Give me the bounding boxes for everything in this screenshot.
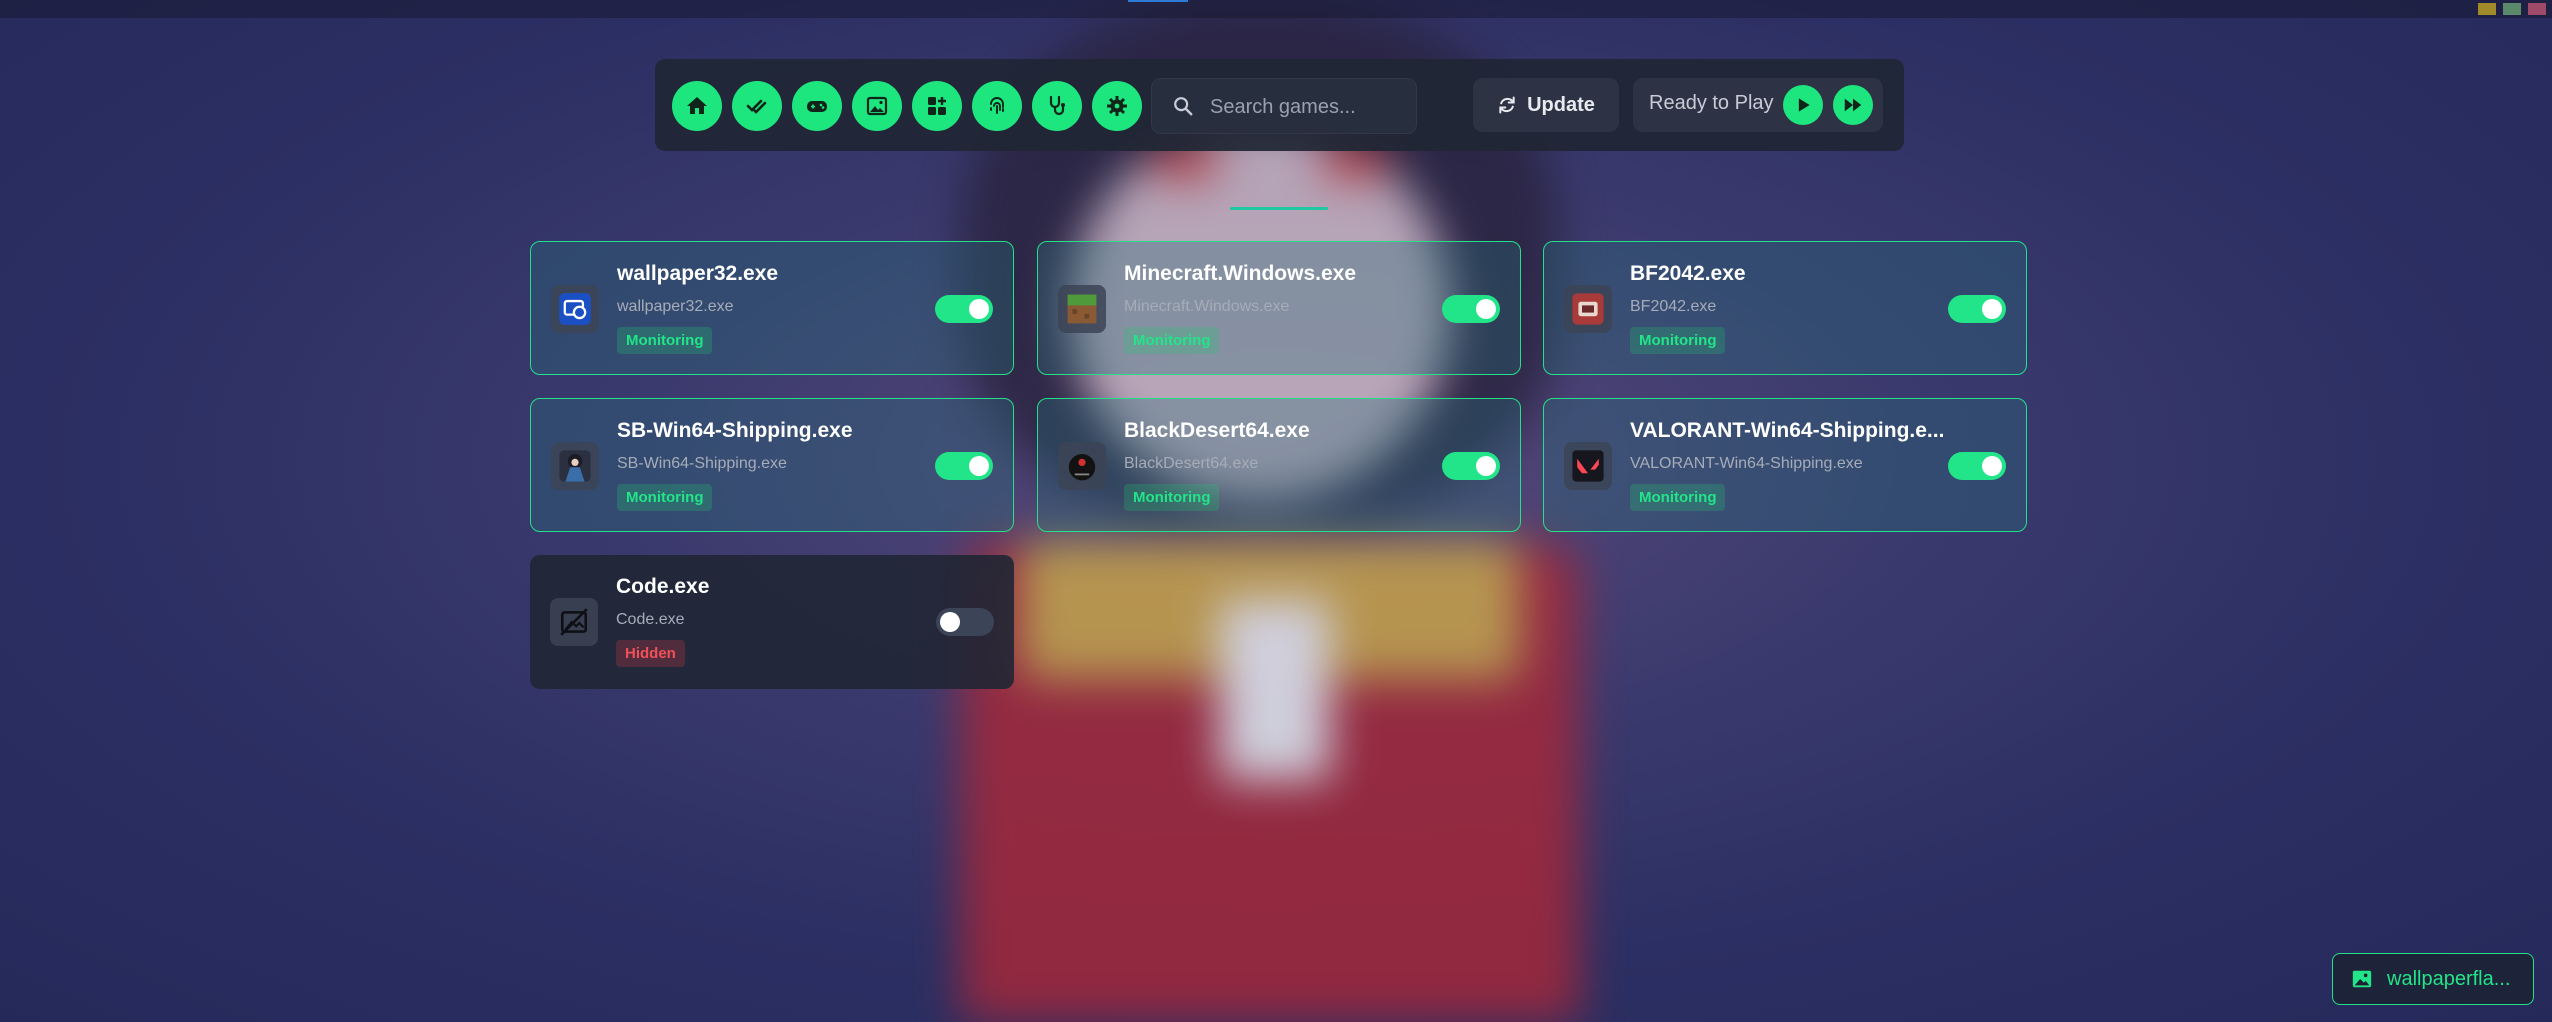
home-button[interactable] xyxy=(672,81,722,131)
minecraft-icon xyxy=(1058,285,1106,333)
monitor-toggle[interactable] xyxy=(1948,295,2006,323)
game-exe: BlackDesert64.exe xyxy=(1124,455,1259,472)
gamepad-icon xyxy=(807,101,827,112)
update-label: Update xyxy=(1527,93,1595,116)
game-card[interactable]: Code.exe Code.exe Hidden xyxy=(530,555,1014,689)
monitor-toggle[interactable] xyxy=(936,608,994,636)
fast-forward-icon xyxy=(1844,98,1862,112)
fast-forward-button[interactable] xyxy=(1833,85,1873,125)
monitor-toggle[interactable] xyxy=(1948,452,2006,480)
monitor-toggle[interactable] xyxy=(1442,452,1500,480)
game-title: SB-Win64-Shipping.exe xyxy=(617,419,853,442)
stellar-blade-icon xyxy=(551,442,599,490)
game-exe: VALORANT-Win64-Shipping.exe xyxy=(1630,455,1863,472)
apps-button[interactable] xyxy=(912,81,962,131)
refresh-icon xyxy=(1499,96,1515,114)
image-icon xyxy=(2352,970,2372,988)
stethoscope-icon xyxy=(1049,95,1065,116)
close-button[interactable] xyxy=(2528,3,2546,15)
game-title: VALORANT-Win64-Shipping.e... xyxy=(1630,419,1945,442)
search-box[interactable] xyxy=(1151,78,1417,135)
titlebar-indicator xyxy=(1128,0,1188,2)
status-badge: Monitoring xyxy=(1124,484,1220,511)
ready-label: Ready to Play xyxy=(1649,92,1774,114)
game-exe: SB-Win64-Shipping.exe xyxy=(617,455,787,472)
bf2042-icon xyxy=(1564,285,1612,333)
game-exe: wallpaper32.exe xyxy=(617,298,734,315)
diagnostics-button[interactable] xyxy=(1032,81,1082,131)
checks-icon xyxy=(746,99,767,114)
status-badge: Monitoring xyxy=(1630,327,1726,354)
top-toolbar: Update Ready to Play xyxy=(655,59,1904,151)
game-card[interactable]: wallpaper32.exe wallpaper32.exe Monitori… xyxy=(530,241,1014,375)
ready-to-play-panel: Ready to Play xyxy=(1633,78,1883,132)
image-icon xyxy=(866,96,888,116)
search-icon xyxy=(1174,97,1193,116)
apps-icon xyxy=(928,97,946,115)
wallpaper-label: wallpaperfla... xyxy=(2387,967,2511,990)
status-badge: Monitoring xyxy=(1630,484,1726,511)
monitor-toggle[interactable] xyxy=(1442,295,1500,323)
status-badge: Monitoring xyxy=(617,327,713,354)
wallpapers-button[interactable] xyxy=(852,81,902,131)
game-card[interactable]: BF2042.exe BF2042.exe Monitoring xyxy=(1543,241,2027,375)
game-card[interactable]: SB-Win64-Shipping.exe SB-Win64-Shipping.… xyxy=(530,398,1014,532)
window-titlebar xyxy=(0,0,2552,18)
game-exe: Minecraft.Windows.exe xyxy=(1124,298,1290,315)
valorant-icon xyxy=(1564,442,1612,490)
games-button[interactable] xyxy=(792,81,842,131)
black-desert-icon xyxy=(1058,442,1106,490)
fingerprint-button[interactable] xyxy=(972,81,1022,131)
section-indicator xyxy=(1230,207,1328,210)
settings-button[interactable] xyxy=(1092,81,1142,131)
game-title: wallpaper32.exe xyxy=(617,262,779,285)
game-card[interactable]: BlackDesert64.exe BlackDesert64.exe Moni… xyxy=(1037,398,1521,532)
checks-button[interactable] xyxy=(732,81,782,131)
home-icon xyxy=(687,97,707,114)
game-title: Code.exe xyxy=(616,575,710,598)
game-exe: BF2042.exe xyxy=(1630,298,1717,315)
game-title: BF2042.exe xyxy=(1630,262,1746,285)
game-card[interactable]: Minecraft.Windows.exe Minecraft.Windows.… xyxy=(1037,241,1521,375)
gear-icon xyxy=(1107,96,1127,116)
minimize-button[interactable] xyxy=(2478,3,2496,15)
play-icon xyxy=(1798,98,1810,112)
status-badge: Monitoring xyxy=(1124,327,1220,354)
search-input[interactable] xyxy=(1208,79,1412,135)
monitor-toggle[interactable] xyxy=(935,295,993,323)
play-button[interactable] xyxy=(1783,85,1823,125)
update-button[interactable]: Update xyxy=(1473,78,1619,132)
status-badge: Hidden xyxy=(616,640,685,667)
current-wallpaper-button[interactable]: wallpaperfla... xyxy=(2332,953,2534,1005)
no-image-icon xyxy=(550,598,598,646)
status-badge: Monitoring xyxy=(617,484,713,511)
game-title: Minecraft.Windows.exe xyxy=(1124,262,1357,285)
fingerprint-icon xyxy=(990,97,1004,114)
wallpaper-engine-icon xyxy=(551,285,599,333)
game-exe: Code.exe xyxy=(616,611,685,628)
game-title: BlackDesert64.exe xyxy=(1124,419,1310,442)
maximize-button[interactable] xyxy=(2503,3,2521,15)
game-card[interactable]: VALORANT-Win64-Shipping.e... VALORANT-Wi… xyxy=(1543,398,2027,532)
monitor-toggle[interactable] xyxy=(935,452,993,480)
